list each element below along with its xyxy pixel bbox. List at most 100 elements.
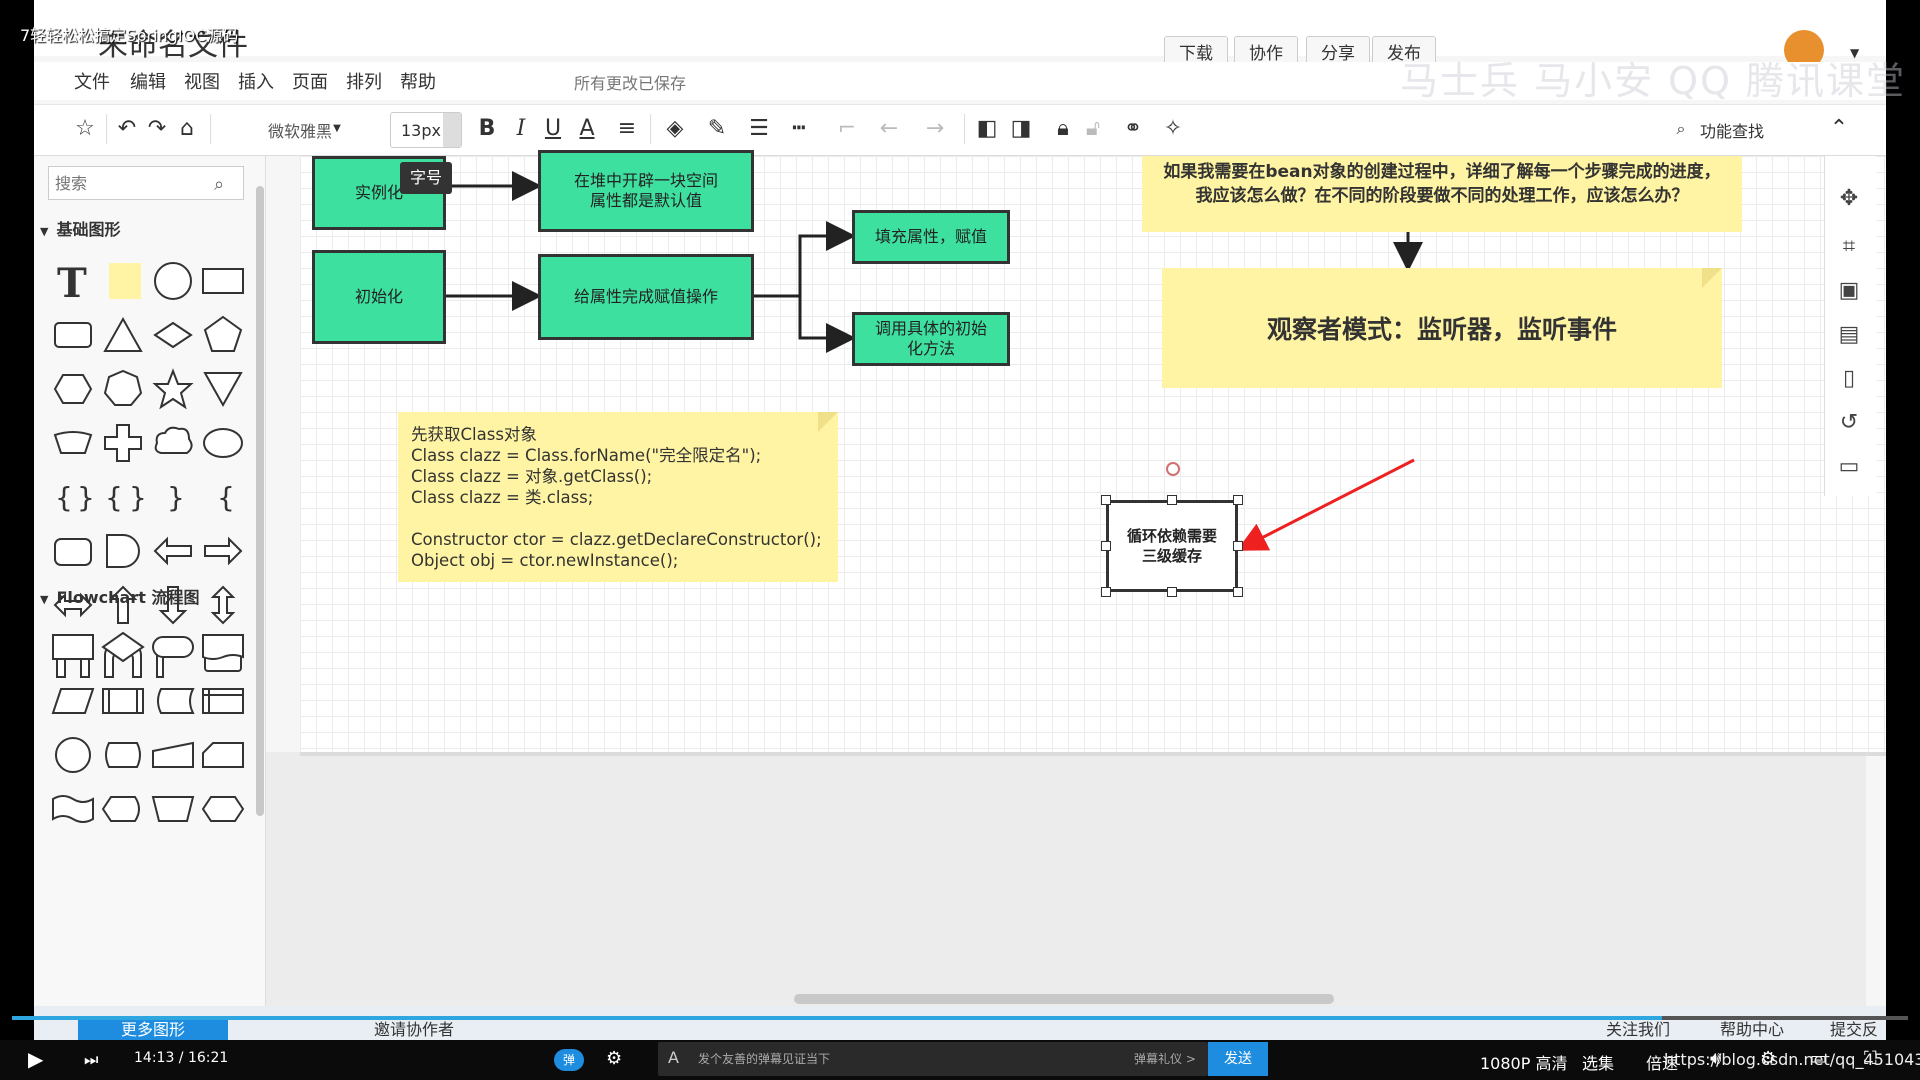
start-arrow-icon[interactable]: ← [876,116,902,142]
flow-preparation[interactable] [198,782,248,836]
node-initialize[interactable]: 初始化 [312,250,446,344]
function-search[interactable]: 功能查找 [1700,118,1764,142]
collapse-toolbar-icon[interactable]: ⌃ [1826,116,1852,142]
node-invoke-init-method[interactable]: 调用具体的初始 化方法 [852,312,1010,366]
menu-help[interactable]: 帮助 [400,68,436,94]
shape-pentagon[interactable] [198,308,248,362]
horizontal-scrollbar[interactable] [794,994,1334,1004]
danmaku-style-icon[interactable]: A [668,1048,679,1067]
resize-handle-se[interactable] [1233,587,1243,597]
menu-arrange[interactable]: 排列 [346,68,382,94]
resize-handle-e[interactable] [1233,541,1243,551]
layers-icon[interactable]: ▤ [1834,320,1864,350]
flow-connector[interactable] [48,728,98,782]
node-heap-allocate[interactable]: 在堆中开辟一块空间 属性都是默认值 [538,150,754,232]
line-style-icon[interactable]: ┅ [786,116,812,142]
danmaku-toggle-icon[interactable]: 弹 [554,1049,584,1071]
shape-bracket[interactable]: {} [98,470,148,524]
magic-wand-icon[interactable]: ✧ [1160,116,1186,142]
flow-display[interactable] [98,782,148,836]
fill-color-icon[interactable]: ◈ [662,116,688,142]
more-shapes-button[interactable]: 更多图形 [78,1018,228,1040]
flow-manual-operation[interactable] [148,782,198,836]
shape-cloud[interactable] [148,416,198,470]
menu-page[interactable]: 页面 [292,68,328,94]
lock-icon[interactable]: 🔒︎ [1050,116,1076,142]
node-assign-properties[interactable]: 给属性完成赋值操作 [538,254,754,340]
bring-to-front-icon[interactable]: ◧ [974,116,1000,142]
shape-inverted-triangle[interactable] [198,362,248,416]
resize-handle-w[interactable] [1101,541,1111,551]
shape-diamond[interactable] [148,308,198,362]
shape-circle[interactable] [148,254,198,308]
section-flowchart[interactable]: ▼ Flowchart 流程图 [40,584,199,608]
resize-handle-nw[interactable] [1101,495,1111,505]
shape-text[interactable]: T [48,254,98,308]
bold-icon[interactable]: B [474,116,500,142]
node-fill-properties[interactable]: 填充属性，赋值 [852,210,1010,264]
next-icon[interactable]: ⏭︎ [84,1050,98,1070]
flow-internal-storage[interactable] [198,674,248,728]
danmaku-etiquette-link[interactable]: 弹幕礼仪 > [1134,1050,1196,1067]
style-icon[interactable]: ⌗ [1834,232,1864,262]
resolution-select[interactable]: 1080P 高清 [1480,1050,1567,1074]
document-icon[interactable]: ▯ [1834,364,1864,394]
font-size-stepper[interactable] [443,113,461,147]
flow-direct-data[interactable] [98,728,148,782]
play-icon[interactable]: ▶ [28,1047,43,1071]
flow-stored-data[interactable] [148,674,198,728]
italic-icon[interactable]: I [508,116,534,142]
flow-punched-tape[interactable] [48,782,98,836]
flow-document[interactable] [198,620,248,674]
menu-view[interactable]: 视图 [184,68,220,94]
resize-handle-n[interactable] [1167,495,1177,505]
line-color-icon[interactable]: ✎ [704,116,730,142]
search-icon[interactable]: ⌕ [1668,116,1694,142]
shape-arrow-left[interactable] [148,524,198,578]
send-to-back-icon[interactable]: ◨ [1008,116,1034,142]
format-brush-icon[interactable]: ⌂ [174,116,200,142]
redo-icon[interactable]: ↷ [144,116,170,142]
flow-terminator[interactable] [148,620,198,674]
shape-trapezoid[interactable] [48,416,98,470]
section-basic-shapes[interactable]: ▼ 基础图形 [40,216,120,240]
resize-handle-s[interactable] [1167,587,1177,597]
danmaku-settings-icon[interactable]: ⚙︎ [606,1048,622,1069]
shape-ellipse[interactable] [198,416,248,470]
font-family-select[interactable]: 微软雅黑 [268,118,332,142]
menu-file[interactable]: 文件 [74,68,110,94]
shape-rounded-rect[interactable] [48,308,98,362]
observer-note[interactable]: 观察者模式：监听器，监听事件 [1162,268,1722,388]
comment-icon[interactable]: ▭ [1834,452,1864,482]
send-danmaku-button[interactable]: 发送 [1208,1042,1268,1076]
end-arrow-icon[interactable]: → [922,116,948,142]
underline-icon[interactable]: U [540,116,566,142]
shape-brace-left[interactable]: {} [48,470,98,524]
font-color-icon[interactable]: A [574,116,600,142]
flow-predefined[interactable] [98,674,148,728]
shape-cross[interactable] [98,416,148,470]
shape-star[interactable] [148,362,198,416]
flow-data[interactable] [48,674,98,728]
flow-card[interactable] [198,728,248,782]
left-panel-scrollbar[interactable] [256,186,264,816]
shape-rounded-corner[interactable] [48,524,98,578]
line-width-icon[interactable]: ☰ [746,116,772,142]
page-settings-icon[interactable]: ▣ [1834,276,1864,306]
shape-triangle[interactable] [98,308,148,362]
resize-handle-ne[interactable] [1233,495,1243,505]
menu-insert[interactable]: 插入 [238,68,274,94]
chevron-down-icon[interactable]: ▼ [324,116,350,142]
flow-process[interactable] [48,620,98,674]
font-size-input[interactable]: 13px [390,112,462,148]
shape-arrow-right[interactable] [198,524,248,578]
resize-handle-sw[interactable] [1101,587,1111,597]
node-circular-dependency[interactable]: 循环依赖需要 三级缓存 [1106,500,1238,592]
code-note[interactable]: 先获取Class对象 Class clazz = Class.forName("… [398,412,838,582]
unlock-icon[interactable]: 🔓︎ [1080,116,1106,142]
menu-edit[interactable]: 编辑 [130,68,166,94]
search-icon[interactable]: ⌕ [214,174,234,195]
flow-manual-input[interactable] [148,728,198,782]
undo-icon[interactable]: ↶ [114,116,140,142]
shape-rectangle[interactable] [198,254,248,308]
